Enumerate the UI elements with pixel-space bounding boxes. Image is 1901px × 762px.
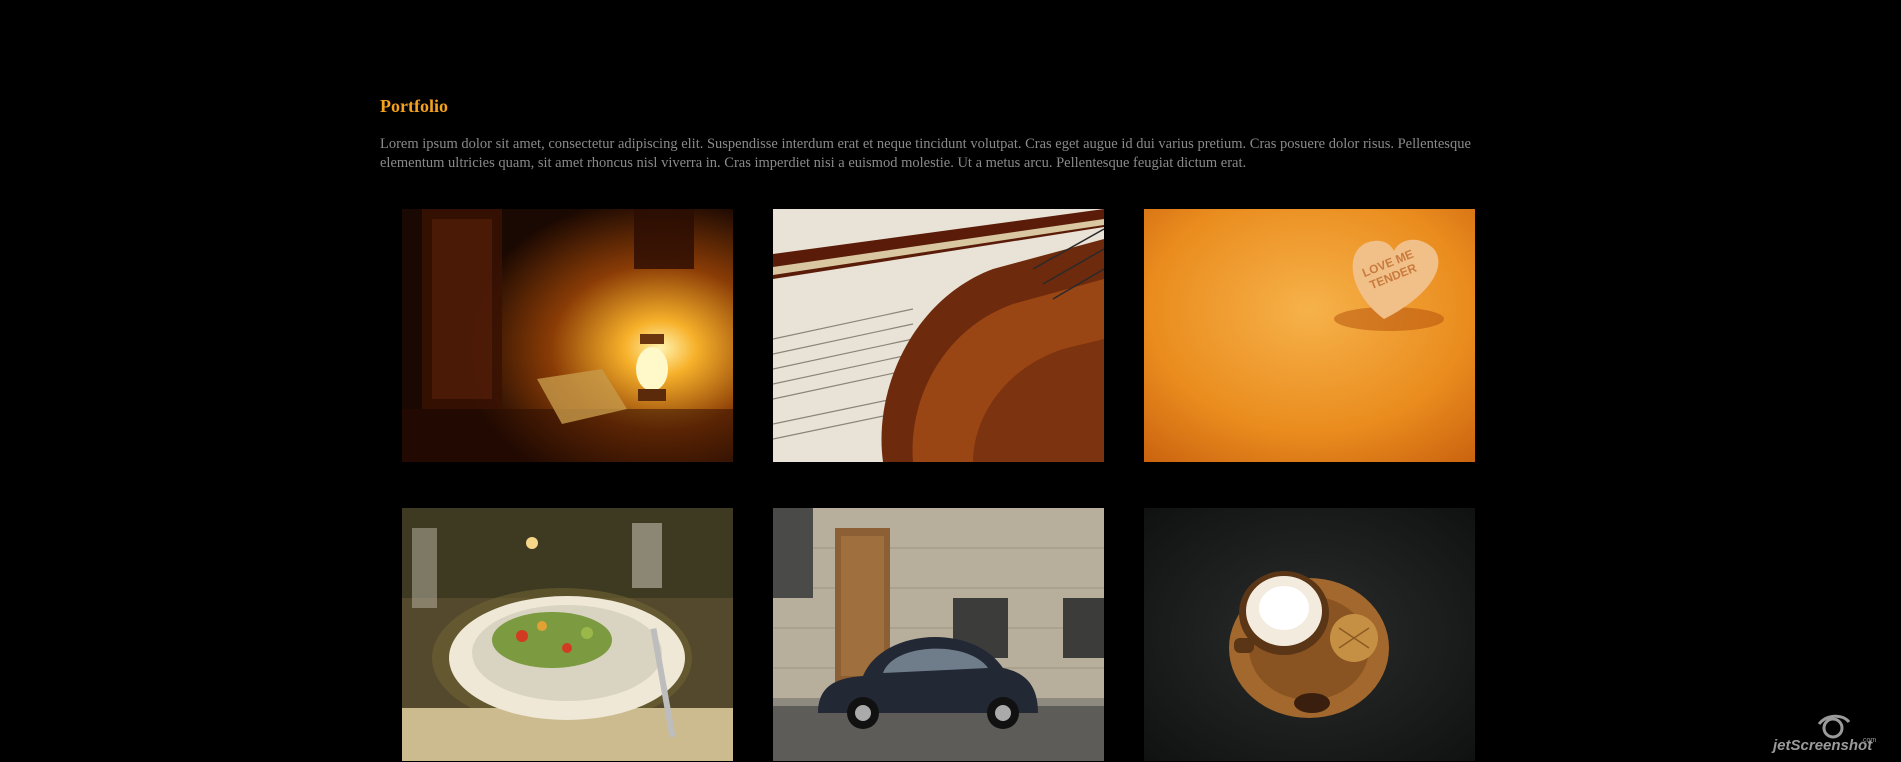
portfolio-section: Portfolio Lorem ipsum dolor sit amet, co… [380,95,1520,173]
portfolio-image-car[interactable] [773,508,1104,761]
jetscreenshot-logo-icon: jetScreenshot .com [1771,714,1876,754]
intro-paragraph: Lorem ipsum dolor sit amet, consectetur … [380,136,1471,171]
portfolio-image-coffee[interactable] [1144,508,1475,761]
portfolio-image-violin[interactable] [773,209,1104,462]
jetscreenshot-watermark: jetScreenshot .com [1769,712,1889,756]
portfolio-image-candy-heart[interactable]: LOVE ME TENDER [1144,209,1475,462]
dinner-photo [402,508,733,761]
portfolio-image-lantern[interactable] [402,209,733,462]
page-title: Portfolio [380,96,448,116]
lantern-photo [402,209,733,462]
portfolio-image-dinner[interactable] [402,508,733,761]
coffee-photo [1144,508,1475,761]
candy-heart-photo: LOVE ME TENDER [1144,209,1475,462]
car-photo [773,508,1104,761]
watermark-brand: jetScreenshot [1771,737,1873,754]
violin-photo [773,209,1104,462]
watermark-suffix: .com [1861,737,1876,744]
